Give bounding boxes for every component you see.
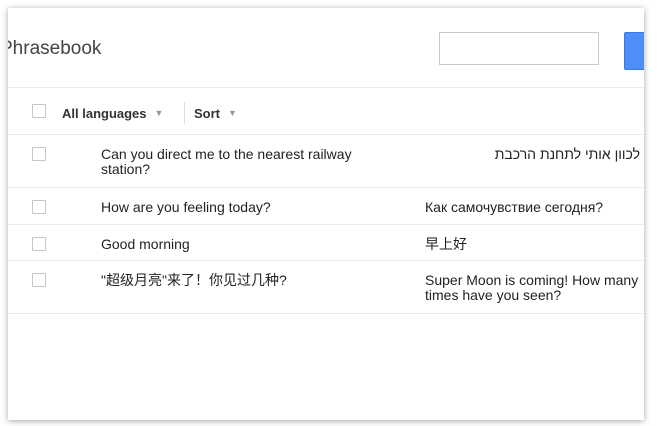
phrase-source: How are you feeling today?: [101, 199, 271, 215]
all-languages-label: All languages: [62, 106, 147, 121]
phrase-translation: לכוון אותי לתחנת הרכבת: [494, 146, 640, 162]
phrase-source: Can you direct me to the nearest railway…: [101, 146, 352, 177]
phrase-source: Good morning: [101, 236, 190, 252]
caret-down-icon: ▼: [228, 108, 237, 118]
phrase-row[interactable]: Good morning 早上好: [8, 224, 644, 261]
phrase-row[interactable]: "超级月亮"来了！你见过几种? Super Moon is coming! Ho…: [8, 260, 644, 314]
row-checkbox[interactable]: [32, 273, 46, 287]
header: Phrasebook: [8, 8, 644, 88]
phrase-source: "超级月亮"来了！你见过几种?: [101, 272, 287, 288]
select-all-checkbox[interactable]: [32, 104, 46, 118]
search-button[interactable]: [624, 32, 644, 70]
all-languages-menu[interactable]: All languages ▼: [62, 106, 163, 121]
search-input[interactable]: [439, 32, 599, 65]
sort-label: Sort: [194, 106, 220, 121]
row-checkbox[interactable]: [32, 237, 46, 251]
phrase-translation: 早上好: [425, 236, 467, 252]
row-checkbox[interactable]: [32, 200, 46, 214]
caret-down-icon: ▼: [154, 108, 164, 118]
phrase-row[interactable]: Can you direct me to the nearest railway…: [8, 134, 644, 188]
row-checkbox[interactable]: [32, 147, 46, 161]
toolbar-separator: [184, 102, 185, 124]
sort-menu[interactable]: Sort ▼: [194, 106, 237, 121]
toolbar: All languages ▼ Sort ▼: [8, 88, 644, 134]
app-title: Phrasebook: [8, 38, 102, 59]
phrase-row[interactable]: How are you feeling today? Как самочувст…: [8, 187, 644, 225]
phrase-translation: Super Moon is coming! How many times hav…: [425, 272, 639, 303]
phrase-translation: Как самочувствие сегодня?: [425, 199, 604, 215]
phrasebook-window: Phrasebook All languages ▼ Sort ▼ Can you …: [8, 8, 644, 420]
